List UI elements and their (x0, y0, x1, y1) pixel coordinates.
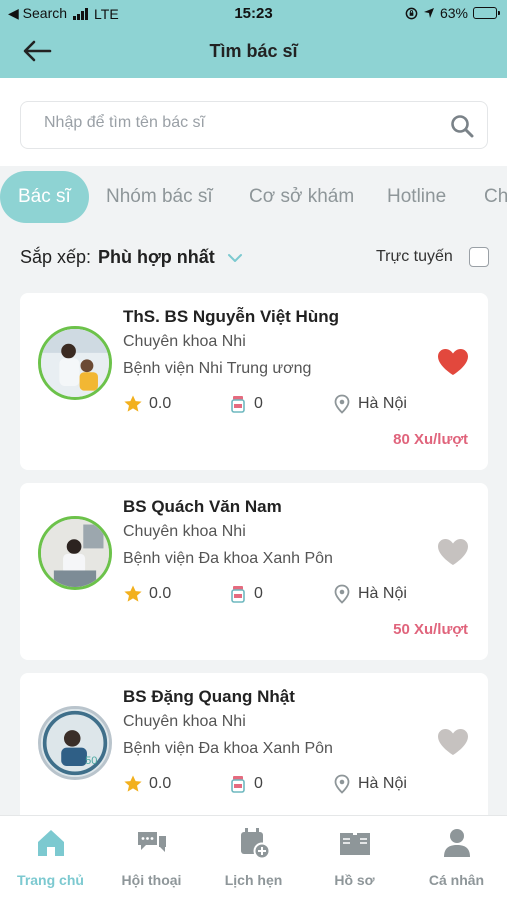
rating: 0.0 (123, 774, 171, 794)
consult-count: 0 (228, 774, 263, 794)
nav-label: Lịch hẹn (224, 872, 283, 888)
nav-chat[interactable]: Hội thoại (101, 826, 202, 896)
location: Hà Nội (332, 584, 407, 604)
search-input[interactable] (44, 114, 424, 132)
location-value: Hà Nội (358, 585, 407, 602)
star-icon (124, 585, 142, 602)
consult-value: 0 (254, 395, 263, 412)
doctor-hospital: Bệnh viện Đa khoa Xanh Pôn (123, 740, 333, 757)
doctor-avatar: 50 (38, 706, 112, 780)
search-section (0, 78, 507, 166)
rating-value: 0.0 (149, 585, 172, 602)
star-icon (124, 775, 142, 792)
nav-label: Cá nhân (428, 872, 485, 888)
medicine-icon (231, 396, 245, 413)
doctor-specialty: Chuyên khoa Nhi (123, 333, 246, 350)
location-pin-icon (334, 584, 350, 604)
tab-doctor-groups[interactable]: Nhóm bác sĩ (106, 171, 213, 223)
header: Tìm bác sĩ (0, 28, 507, 78)
favorite-heart-icon[interactable] (436, 537, 470, 567)
doctor-name: ThS. BS Nguyễn Việt Hùng (123, 307, 339, 326)
doctor-specialty: Chuyên khoa Nhi (123, 523, 246, 540)
status-bar: ◀ Search LTE 15:23 63% (0, 0, 507, 28)
nav-appointments[interactable]: Lịch hẹn (203, 826, 304, 896)
location: Hà Nội (332, 774, 407, 794)
tab-hotline[interactable]: Hotline (387, 171, 446, 223)
location-pin-icon (334, 394, 350, 414)
category-tabs: Bác sĩ Nhóm bác sĩ Cơ sở khám Hotline Ch (0, 166, 507, 226)
consult-count: 0 (228, 584, 263, 604)
location-value: Hà Nội (358, 395, 407, 412)
rating: 0.0 (123, 584, 171, 604)
doctor-avatar (38, 516, 112, 590)
consult-value: 0 (254, 775, 263, 792)
nav-label: Hội thoại (121, 872, 182, 888)
doctor-hospital: Bệnh viện Nhi Trung ương (123, 360, 312, 377)
battery-icon (473, 7, 500, 19)
consult-value: 0 (254, 585, 263, 602)
medicine-icon (231, 586, 245, 603)
doctor-card[interactable]: BS Quách Văn Nam Chuyên khoa Nhi Bệnh vi… (20, 483, 488, 660)
rating-value: 0.0 (149, 395, 172, 412)
rating: 0.0 (123, 394, 171, 414)
sort-dropdown[interactable]: Phù hợp nhất (98, 247, 215, 268)
nav-profile[interactable]: Cá nhân (406, 826, 507, 896)
status-right: 63% (405, 5, 500, 21)
tab-clinics[interactable]: Cơ sở khám (249, 171, 354, 223)
doctor-name: BS Quách Văn Nam (123, 497, 282, 516)
nav-home[interactable]: Trang chủ (0, 826, 101, 896)
online-filter-label: Trực tuyến (376, 248, 453, 265)
doctor-card[interactable]: ThS. BS Nguyễn Việt Hùng Chuyên khoa Nhi… (20, 293, 488, 470)
rotation-lock-icon (405, 7, 418, 19)
doctor-name: BS Đặng Quang Nhật (123, 687, 295, 706)
records-icon (339, 833, 370, 855)
star-icon (124, 395, 142, 412)
page-title: Tìm bác sĩ (209, 41, 298, 61)
nav-label: Trang chủ (17, 872, 84, 888)
tab-more[interactable]: Ch (484, 171, 507, 223)
calendar-add-icon (240, 828, 270, 860)
svg-text:50: 50 (85, 755, 97, 767)
person-icon (443, 829, 470, 857)
doctor-avatar (38, 326, 112, 400)
nav-label: Hồ sơ (334, 872, 375, 888)
medicine-icon (231, 776, 245, 793)
tab-doctors[interactable]: Bác sĩ (0, 171, 89, 223)
chevron-down-icon[interactable] (226, 249, 244, 267)
favorite-heart-icon[interactable] (436, 347, 470, 377)
doctor-specialty: Chuyên khoa Nhi (123, 713, 246, 730)
home-icon (37, 830, 64, 856)
price: 50 Xu/lượt (393, 621, 468, 638)
sort-label: Sắp xếp: (20, 247, 92, 267)
sort-row: Sắp xếp: Phù hợp nhất Trực tuyến (0, 230, 507, 286)
favorite-heart-icon[interactable] (436, 727, 470, 757)
consult-count: 0 (228, 394, 263, 414)
location-value: Hà Nội (358, 775, 407, 792)
location-pin-icon (334, 774, 350, 794)
price: 80 Xu/lượt (393, 431, 468, 448)
top-bar: ◀ Search LTE 15:23 63% Tìm bác sĩ (0, 0, 507, 78)
nav-records[interactable]: Hồ sơ (304, 826, 405, 896)
battery-percent: 63% (439, 5, 468, 21)
search-box (20, 101, 488, 149)
doctor-hospital: Bệnh viện Đa khoa Xanh Pôn (123, 550, 333, 567)
location-arrow-icon (423, 8, 434, 18)
location: Hà Nội (332, 394, 407, 414)
bottom-nav: Trang chủ Hội thoại Lịch hẹn Hồ sơ Cá nh… (0, 815, 507, 900)
chat-icon (137, 832, 166, 852)
search-icon[interactable] (449, 113, 475, 139)
rating-value: 0.0 (149, 775, 172, 792)
online-filter-checkbox[interactable] (469, 247, 489, 267)
